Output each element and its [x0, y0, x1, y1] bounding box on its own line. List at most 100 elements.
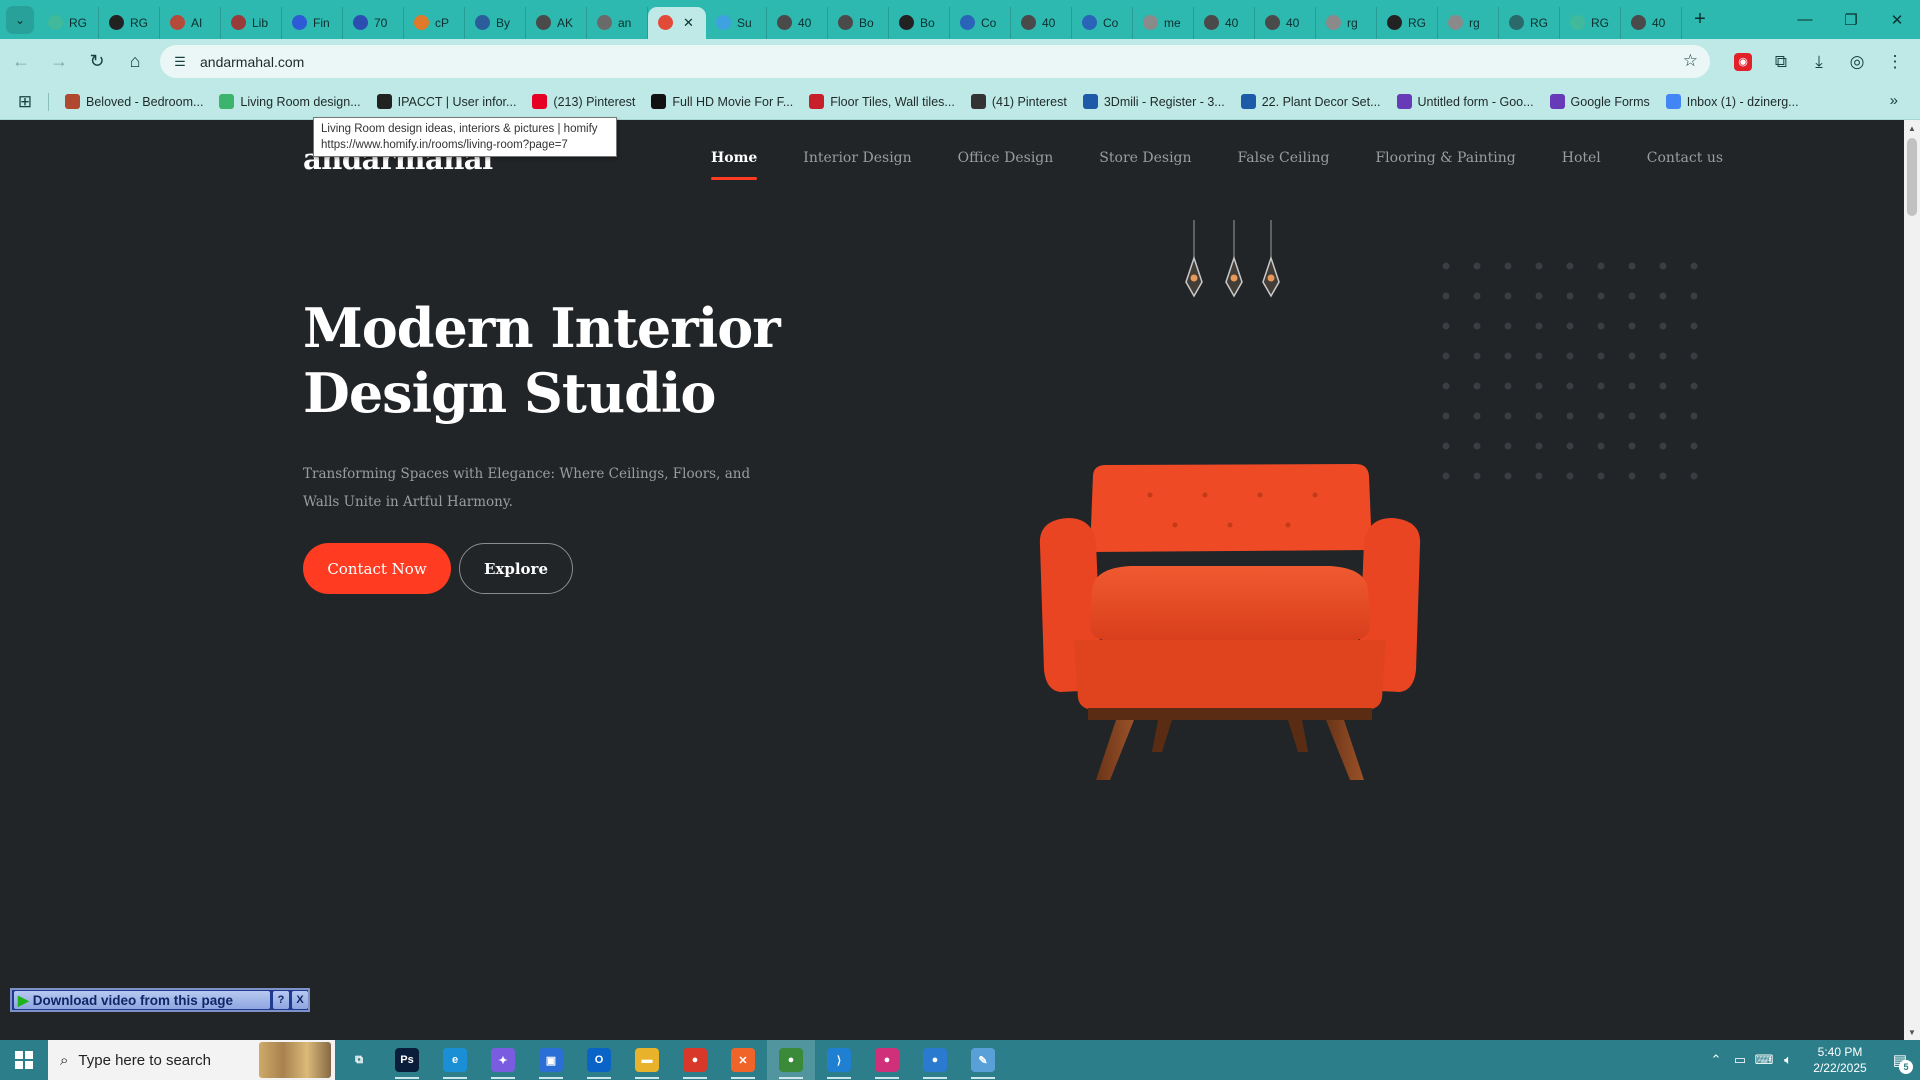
reload-button[interactable]: ↻ — [80, 45, 114, 79]
contact-now-button[interactable]: Contact Now — [303, 543, 451, 594]
vscode-taskbar-button[interactable]: ⟩ — [815, 1040, 863, 1080]
clock-time: 5:40 PM — [1817, 1045, 1863, 1059]
bookmark-item[interactable]: Living Room design... — [211, 88, 368, 116]
bookmark-item[interactable]: 22. Plant Decor Set... — [1233, 88, 1389, 116]
xampp-taskbar-button[interactable]: ✕ — [719, 1040, 767, 1080]
profile-icon[interactable]: ◎ — [1840, 45, 1874, 78]
scroll-thumb[interactable] — [1907, 138, 1917, 216]
url-text[interactable]: andarmahal.com — [200, 54, 304, 70]
browser-tab[interactable]: Co — [950, 6, 1011, 39]
taskbar-search-box[interactable]: ⌕ Type here to search — [48, 1040, 335, 1080]
more-bookmarks-icon[interactable]: » — [1890, 92, 1898, 109]
new-tab-button[interactable]: + — [1686, 6, 1714, 34]
volume-icon[interactable]: 🔈︎ — [1776, 1040, 1800, 1080]
edge-taskbar-button[interactable]: e — [431, 1040, 479, 1080]
download-close-button[interactable]: X — [292, 991, 308, 1009]
network-icon[interactable]: ⌨ — [1752, 1040, 1776, 1080]
browser-tab[interactable]: Co — [1072, 6, 1133, 39]
browser-tab[interactable]: rg — [1438, 6, 1499, 39]
nav-item-hotel[interactable]: Hotel — [1562, 150, 1601, 166]
nav-item-office-design[interactable]: Office Design — [958, 150, 1054, 166]
browser-tab[interactable]: AK — [526, 6, 587, 39]
chrome-profile-3-taskbar-button[interactable]: ● — [911, 1040, 959, 1080]
bookmark-item[interactable]: Beloved - Bedroom... — [57, 88, 211, 116]
extension-icon[interactable]: ◉ — [1726, 45, 1760, 78]
browser-tab[interactable]: 40 — [1621, 6, 1682, 39]
task-view-taskbar-button[interactable]: ⧉ — [335, 1040, 383, 1080]
browser-tab[interactable]: RG — [99, 6, 160, 39]
browser-tab[interactable]: 40 — [767, 6, 828, 39]
browser-tab[interactable]: By — [465, 6, 526, 39]
browser-tab[interactable]: me — [1133, 6, 1194, 39]
download-help-button[interactable]: ? — [273, 991, 289, 1009]
bookmark-item[interactable]: IPACCT | User infor... — [369, 88, 525, 116]
apps-grid-icon[interactable]: ⊞ — [8, 87, 42, 117]
browser-tab[interactable]: Su — [706, 6, 767, 39]
browser-tab[interactable]: RG — [1377, 6, 1438, 39]
show-hidden-icons-chevron-icon[interactable]: ⌃ — [1704, 1040, 1728, 1080]
browser-tab[interactable]: ✕ — [648, 6, 706, 39]
bookmark-item[interactable]: (213) Pinterest — [524, 88, 643, 116]
extensions-puzzle-icon[interactable]: ⧉ — [1764, 45, 1798, 78]
bookmark-item[interactable]: Floor Tiles, Wall tiles... — [801, 88, 963, 116]
explore-button[interactable]: Explore — [459, 543, 573, 594]
copilot-taskbar-button[interactable]: ✦ — [479, 1040, 527, 1080]
browser-tab[interactable]: AI — [160, 6, 221, 39]
browser-tab[interactable]: an — [587, 6, 648, 39]
home-button[interactable]: ⌂ — [118, 45, 152, 79]
start-button[interactable] — [0, 1040, 48, 1080]
download-icon[interactable]: ⤓ — [1802, 45, 1836, 78]
tab-close-icon[interactable]: ✕ — [683, 15, 694, 31]
browser-tab[interactable]: RG — [38, 6, 99, 39]
bookmark-item[interactable]: Full HD Movie For F... — [643, 88, 801, 116]
minimize-button[interactable]: — — [1782, 0, 1828, 39]
browser-tab[interactable]: 70 — [343, 6, 404, 39]
chrome-taskbar-button[interactable]: ● — [671, 1040, 719, 1080]
bookmark-item[interactable]: Inbox (1) - dzinerg... — [1658, 88, 1807, 116]
page-scrollbar[interactable]: ▲ ▼ — [1904, 120, 1920, 1040]
bookmark-item[interactable]: (41) Pinterest — [963, 88, 1075, 116]
scroll-down-arrow-icon[interactable]: ▼ — [1904, 1024, 1920, 1040]
browser-tab[interactable]: Bo — [889, 6, 950, 39]
photoshop-taskbar-button[interactable]: Ps — [383, 1040, 431, 1080]
browser-tab[interactable]: 40 — [1255, 6, 1316, 39]
store-taskbar-button[interactable]: ▣ — [527, 1040, 575, 1080]
tab-search-button[interactable]: ⌄ — [6, 5, 34, 34]
browser-tab[interactable]: rg — [1316, 6, 1377, 39]
nav-item-flooring-painting[interactable]: Flooring & Painting — [1375, 150, 1515, 166]
browser-tab[interactable]: RG — [1560, 6, 1621, 39]
forward-button[interactable]: → — [42, 45, 76, 79]
nav-item-store-design[interactable]: Store Design — [1099, 150, 1191, 166]
bookmark-item[interactable]: Google Forms — [1542, 88, 1658, 116]
bookmark-item[interactable]: Untitled form - Goo... — [1389, 88, 1542, 116]
site-info-icon[interactable]: ☰ — [168, 50, 192, 74]
chrome-profile-2-taskbar-button[interactable]: ● — [863, 1040, 911, 1080]
nav-item-false-ceiling[interactable]: False Ceiling — [1238, 150, 1330, 166]
browser-tab[interactable]: Lib — [221, 6, 282, 39]
browser-tab[interactable]: 40 — [1194, 6, 1255, 39]
notification-center-icon[interactable]: ▤ 5 — [1880, 1040, 1920, 1080]
browser-tab[interactable]: Fin — [282, 6, 343, 39]
browser-tab[interactable]: cP — [404, 6, 465, 39]
close-window-button[interactable]: ✕ — [1874, 0, 1920, 39]
nav-item-home[interactable]: Home — [711, 150, 758, 180]
paint-taskbar-button[interactable]: ✎ — [959, 1040, 1007, 1080]
scroll-up-arrow-icon[interactable]: ▲ — [1904, 120, 1920, 136]
back-button[interactable]: ← — [4, 45, 38, 79]
taskbar-clock[interactable]: 5:40 PM 2/22/2025 — [1800, 1044, 1880, 1076]
address-bar[interactable]: ☰ andarmahal.com ☆ — [160, 45, 1710, 78]
bookmark-item[interactable]: 3Dmili - Register - 3... — [1075, 88, 1233, 116]
meet-now-icon[interactable]: ▭ — [1728, 1040, 1752, 1080]
download-video-button[interactable]: ▶ Download video from this page — [14, 991, 270, 1009]
restore-button[interactable]: ❐ — [1828, 0, 1874, 39]
file-explorer-taskbar-button[interactable]: ▬ — [623, 1040, 671, 1080]
menu-kebab-icon[interactable]: ⋮ — [1878, 45, 1912, 78]
bookmark-star-icon[interactable]: ☆ — [1683, 51, 1698, 71]
chrome-profile-taskbar-button[interactable]: ● — [767, 1040, 815, 1080]
nav-item-contact-us[interactable]: Contact us — [1647, 150, 1723, 166]
nav-item-interior-design[interactable]: Interior Design — [803, 150, 911, 166]
outlook-taskbar-button[interactable]: O — [575, 1040, 623, 1080]
browser-tab[interactable]: 40 — [1011, 6, 1072, 39]
browser-tab[interactable]: RG — [1499, 6, 1560, 39]
browser-tab[interactable]: Bo — [828, 6, 889, 39]
